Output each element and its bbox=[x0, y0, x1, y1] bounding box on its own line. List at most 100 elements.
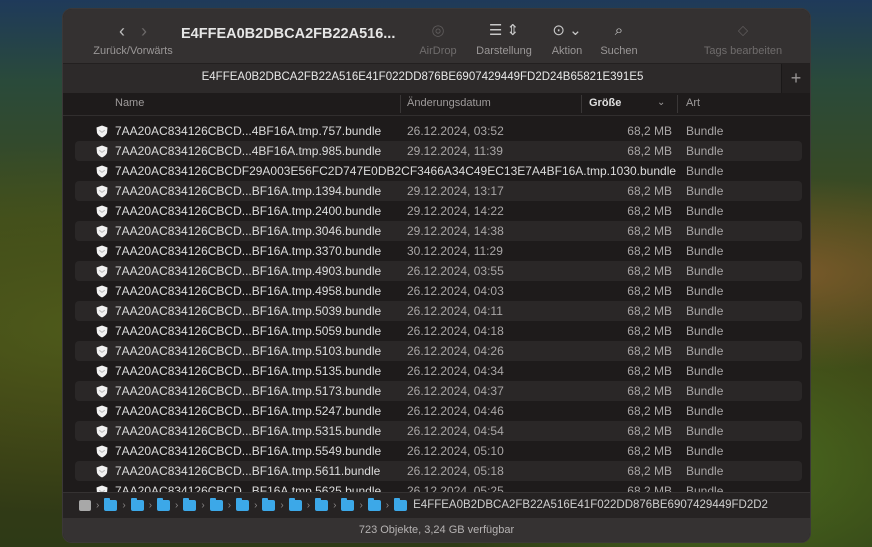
file-row[interactable]: 7AA20AC834126CBCD...BF16A.tmp.3370.bundl… bbox=[75, 241, 802, 261]
chevron-right-icon: › bbox=[359, 499, 363, 511]
search-button[interactable]: ⌕ Suchen bbox=[597, 21, 641, 57]
bundle-icon bbox=[96, 465, 108, 478]
bundle-icon bbox=[96, 425, 108, 438]
file-size: 68,2 MB bbox=[627, 324, 672, 338]
file-row[interactable]: 7AA20AC834126CBCD...BF16A.tmp.5247.bundl… bbox=[75, 401, 802, 421]
file-size: 68,2 MB bbox=[627, 184, 672, 198]
file-kind: Bundle bbox=[686, 384, 724, 398]
file-row[interactable]: 7AA20AC834126CBCD...BF16A.tmp.4903.bundl… bbox=[75, 261, 802, 281]
file-kind: Bundle bbox=[686, 464, 724, 478]
column-divider[interactable] bbox=[581, 95, 582, 113]
folder-icon[interactable] bbox=[341, 497, 355, 511]
file-name: 7AA20AC834126CBCD...BF16A.tmp.5247.bundl… bbox=[115, 404, 382, 418]
edit-tags-label: Tags bearbeiten bbox=[703, 45, 783, 57]
file-name: 7AA20AC834126CBCDF29A003E56FC2D747E0DB2C… bbox=[115, 164, 681, 178]
nav-label: Zurück/Vorwärts bbox=[93, 45, 173, 57]
bundle-icon bbox=[96, 305, 108, 318]
column-divider[interactable] bbox=[400, 95, 401, 113]
drive-icon[interactable] bbox=[79, 499, 91, 511]
view-button[interactable]: ☰ ⇕ Darstellung bbox=[471, 21, 537, 57]
bundle-icon bbox=[96, 145, 108, 158]
file-row[interactable]: 7AA20AC834126CBCD...BF16A.tmp.5549.bundl… bbox=[75, 441, 802, 461]
list-view-icon: ☰ ⇕ bbox=[488, 22, 520, 39]
folder-icon[interactable] bbox=[315, 497, 329, 511]
file-name: 7AA20AC834126CBCD...BF16A.tmp.5173.bundl… bbox=[115, 384, 382, 398]
file-row[interactable]: 7AA20AC834126CBCD...BF16A.tmp.4958.bundl… bbox=[75, 281, 802, 301]
file-size: 68,2 MB bbox=[627, 364, 672, 378]
search-label: Suchen bbox=[600, 45, 638, 57]
folder-icon[interactable] bbox=[157, 497, 171, 511]
file-kind: Bundle bbox=[686, 124, 724, 138]
file-row[interactable]: 7AA20AC834126CBCD...BF16A.tmp.5059.bundl… bbox=[75, 321, 802, 341]
column-kind[interactable]: Art bbox=[686, 97, 700, 109]
column-date[interactable]: Änderungsdatum bbox=[407, 97, 491, 109]
action-button[interactable]: ⊙ ⌄ Aktion bbox=[545, 21, 589, 57]
file-kind: Bundle bbox=[686, 404, 724, 418]
tab-title[interactable]: E4FFEA0B2DBCA2FB22A516E41F022DD876BE6907… bbox=[63, 71, 782, 83]
file-kind: Bundle bbox=[686, 244, 724, 258]
file-date: 26.12.2024, 03:52 bbox=[407, 124, 504, 138]
folder-icon[interactable] bbox=[367, 497, 381, 511]
current-folder-label[interactable]: E4FFEA0B2DBCA2FB22A516E41F022DD876BE6907… bbox=[413, 499, 768, 511]
back-button[interactable]: ‹ bbox=[111, 21, 133, 41]
file-date: 26.12.2024, 04:46 bbox=[407, 404, 504, 418]
chevron-right-icon: › bbox=[306, 499, 311, 511]
file-row[interactable]: 7AA20AC834126CBCD...BF16A.tmp.5315.bundl… bbox=[75, 421, 802, 441]
chevron-right-icon: › bbox=[122, 499, 126, 511]
file-size: 68,2 MB bbox=[627, 264, 672, 278]
sort-chevron-icon[interactable]: ⌄ bbox=[657, 97, 665, 108]
column-size[interactable]: Größe bbox=[589, 97, 621, 109]
file-size: 68,2 MB bbox=[627, 224, 672, 238]
file-size: 68,2 MB bbox=[627, 384, 672, 398]
file-date: 26.12.2024, 03:55 bbox=[407, 264, 504, 278]
file-row[interactable]: 7AA20AC834126CBCD...4BF16A.tmp.985.bundl… bbox=[75, 141, 802, 161]
file-name: 7AA20AC834126CBCD...4BF16A.tmp.985.bundl… bbox=[115, 144, 382, 158]
file-name: 7AA20AC834126CBCD...BF16A.tmp.4958.bundl… bbox=[115, 284, 382, 298]
folder-icon[interactable] bbox=[236, 497, 250, 511]
file-row[interactable]: 7AA20AC834126CBCD...BF16A.tmp.3046.bundl… bbox=[75, 221, 802, 241]
file-row[interactable]: 7AA20AC834126CBCD...BF16A.tmp.5103.bundl… bbox=[75, 341, 802, 361]
bundle-icon bbox=[96, 245, 108, 258]
folder-icon[interactable] bbox=[288, 497, 302, 511]
folder-icon[interactable] bbox=[262, 497, 276, 511]
bundle-icon bbox=[96, 265, 108, 278]
view-label: Darstellung bbox=[476, 45, 532, 57]
file-size: 68,2 MB bbox=[627, 284, 672, 298]
folder-icon[interactable] bbox=[183, 497, 197, 511]
file-name: 7AA20AC834126CBCD...BF16A.tmp.1394.bundl… bbox=[115, 184, 382, 198]
file-row[interactable]: 7AA20AC834126CBCD...BF16A.tmp.5611.bundl… bbox=[75, 461, 802, 481]
column-divider[interactable] bbox=[677, 95, 678, 113]
file-row[interactable]: 7AA20AC834126CBCD...BF16A.tmp.5039.bundl… bbox=[75, 301, 802, 321]
file-row[interactable]: 7AA20AC834126CBCD...BF16A.tmp.1394.bundl… bbox=[75, 181, 802, 201]
file-row[interactable]: 7AA20AC834126CBCD...4BF16A.tmp.757.bundl… bbox=[75, 121, 802, 141]
bundle-icon bbox=[96, 125, 108, 138]
file-kind: Bundle bbox=[686, 284, 724, 298]
file-kind: Bundle bbox=[686, 224, 724, 238]
file-date: 26.12.2024, 05:10 bbox=[407, 444, 504, 458]
add-tab-button[interactable]: + bbox=[781, 64, 810, 94]
folder-icon[interactable] bbox=[130, 497, 144, 511]
forward-button[interactable]: › bbox=[133, 21, 155, 41]
file-kind: Bundle bbox=[686, 204, 724, 218]
file-name: 7AA20AC834126CBCD...BF16A.tmp.3370.bundl… bbox=[115, 244, 382, 258]
file-date: 26.12.2024, 04:18 bbox=[407, 324, 504, 338]
column-header: Name Änderungsdatum Größe ⌄ Art bbox=[63, 93, 810, 116]
chevron-right-icon: › bbox=[175, 499, 179, 511]
chevron-right-icon: › bbox=[385, 499, 390, 511]
breadcrumb: › › › › › › › › › › › › E4FFEA0B2DBCA2FB22A516E41F02… bbox=[79, 497, 768, 511]
file-date: 26.12.2024, 04:54 bbox=[407, 424, 504, 438]
file-row[interactable]: 7AA20AC834126CBCD...BF16A.tmp.5135.bundl… bbox=[75, 361, 802, 381]
chevron-right-icon: › bbox=[280, 499, 284, 511]
file-row[interactable]: 7AA20AC834126CBCD...BF16A.tmp.5173.bundl… bbox=[75, 381, 802, 401]
edit-tags-button[interactable]: ⬦ Tags bearbeiten bbox=[699, 21, 787, 57]
folder-icon[interactable] bbox=[104, 497, 118, 511]
file-name: 7AA20AC834126CBCD...BF16A.tmp.5135.bundl… bbox=[115, 364, 382, 378]
column-name[interactable]: Name bbox=[115, 97, 144, 109]
window-title: E4FFEA0B2DBCA2FB22A516... bbox=[181, 26, 396, 42]
file-row[interactable]: 7AA20AC834126CBCD...BF16A.tmp.2400.bundl… bbox=[75, 201, 802, 221]
file-row[interactable]: 7AA20AC834126CBCDF29A003E56FC2D747E0DB2C… bbox=[75, 161, 802, 181]
folder-icon[interactable] bbox=[394, 497, 408, 511]
finder-window: ‹ › Zurück/Vorwärts E4FFEA0B2DBCA2FB22A51… bbox=[62, 8, 811, 543]
folder-icon[interactable] bbox=[209, 497, 223, 511]
airdrop-button[interactable]: ◎ AirDrop bbox=[413, 21, 463, 57]
